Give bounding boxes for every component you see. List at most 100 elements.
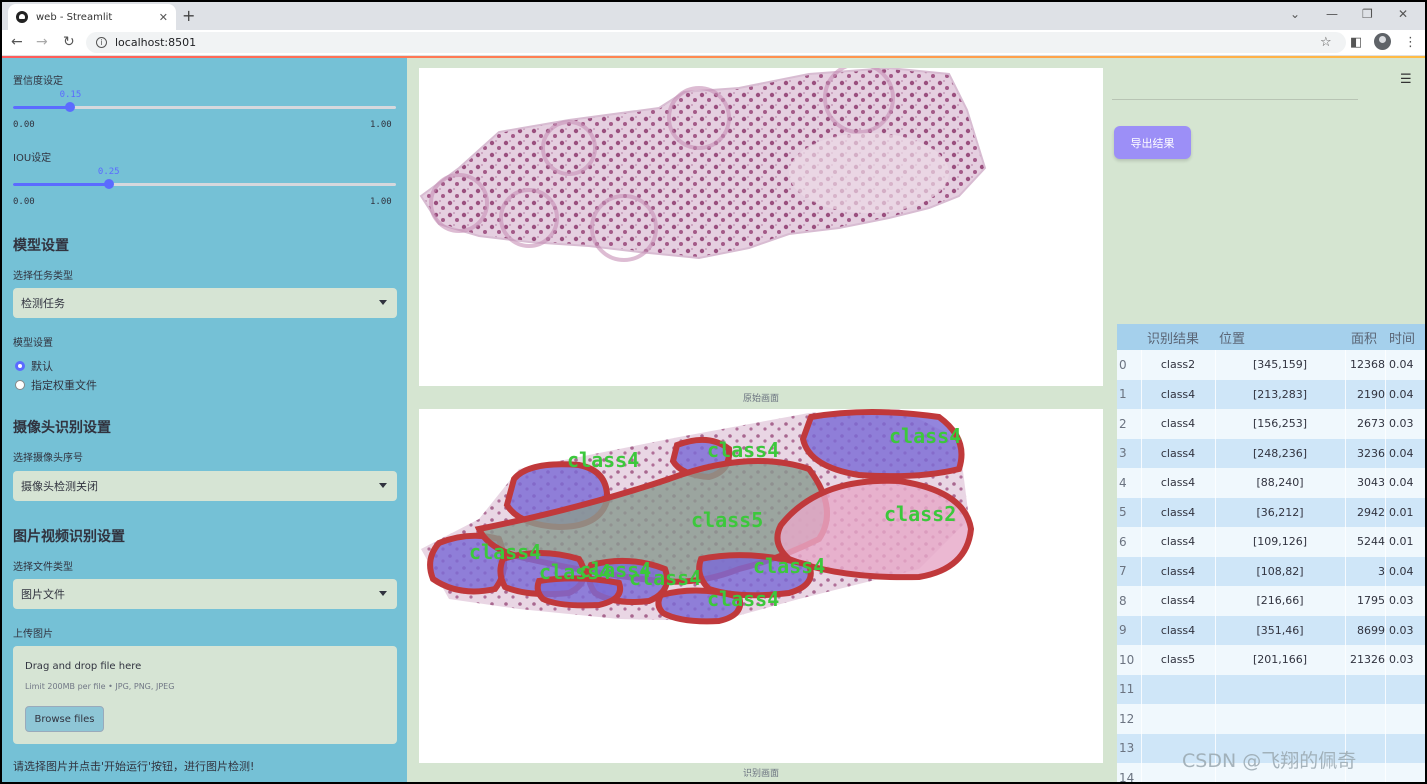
minimize-icon[interactable]: — <box>1326 7 1338 21</box>
column-divider <box>1215 379 1216 409</box>
column-divider <box>1215 497 1216 527</box>
column-divider <box>1215 645 1216 675</box>
watermark: CSDN @飞翔的佩奇 <box>1182 750 1357 772</box>
restore-icon[interactable]: ❐ <box>1362 7 1373 21</box>
table-cell: 0.04 <box>1389 564 1414 578</box>
tab-search-icon[interactable]: ⌄ <box>1290 7 1300 21</box>
table-cell: class2 <box>1160 358 1196 372</box>
chevron-down-icon <box>379 591 387 596</box>
column-header[interactable]: 位置 <box>1215 324 1345 350</box>
profile-avatar-icon[interactable] <box>1374 33 1391 50</box>
bookmark-star-icon[interactable]: ☆ <box>1320 35 1332 50</box>
window-close-icon[interactable]: ✕ <box>1398 7 1408 21</box>
radio-custom-weights[interactable]: 指定权重文件 <box>15 377 97 393</box>
table-row[interactable]: 11 <box>1117 674 1425 705</box>
confidence-slider-fill <box>13 106 71 109</box>
table-row[interactable]: 0 class2 [345,159] 12368 0.04 <box>1117 350 1425 380</box>
iou-slider-value: 0.25 <box>97 167 120 177</box>
column-header[interactable]: 面积 <box>1345 324 1385 350</box>
table-row[interactable]: 12 <box>1117 704 1425 734</box>
confidence-slider[interactable]: 0.15 <box>13 90 396 112</box>
file-dropzone[interactable]: Drag and drop file here Limit 200MB per … <box>13 646 397 744</box>
result-image: class4 class4 class4 class4 class5 class2 clas… <box>419 409 1103 763</box>
table-row[interactable]: 8 class4 [216,66] 1795 0.03 <box>1117 586 1425 616</box>
reload-icon[interactable]: ↻ <box>63 34 75 50</box>
file-type-label: 选择文件类型 <box>13 562 73 573</box>
tab-title: web - Streamlit <box>36 11 113 23</box>
camera-index-label: 选择摄像头序号 <box>13 453 83 464</box>
task-type-select[interactable]: 检测任务 <box>13 288 397 318</box>
results-table[interactable]: 识别结果 位置 面积 时间 0 class2 [345,159] 12368 0.04 1 clas… <box>1117 324 1425 782</box>
tab-strip: web - Streamlit ✕ + ⌄ — ❐ ✕ <box>2 2 1425 30</box>
table-cell: 13 <box>1119 741 1135 756</box>
camera-index-select[interactable]: 摄像头检测关闭 <box>13 471 397 501</box>
column-divider <box>1141 674 1142 704</box>
table-row[interactable]: 7 class4 [108,82] 3 0.04 <box>1117 556 1425 586</box>
table-cell <box>1385 675 1425 705</box>
detection-label: class4 <box>707 438 779 462</box>
confidence-min: 0.00 <box>13 120 35 130</box>
table-cell <box>1345 675 1385 705</box>
column-divider <box>1141 379 1142 409</box>
table-row[interactable]: 4 class4 [88,240] 3043 0.04 <box>1117 468 1425 498</box>
confidence-slider-value: 0.15 <box>59 90 82 100</box>
new-tab-icon[interactable]: + <box>182 6 195 25</box>
hamburger-menu-icon[interactable]: ☰ <box>1400 72 1412 87</box>
table-cell: class5 <box>1160 653 1196 667</box>
column-header[interactable]: 时间 <box>1385 324 1425 350</box>
forward-icon[interactable]: → <box>36 34 48 50</box>
task-type-label: 选择任务类型 <box>13 271 73 282</box>
column-divider <box>1345 497 1346 527</box>
table-row[interactable]: 6 class4 [109,126] 5244 0.01 <box>1117 527 1425 557</box>
column-header[interactable] <box>1117 324 1141 350</box>
iou-max: 1.00 <box>370 197 392 207</box>
export-results-button[interactable]: 导出结果 <box>1114 126 1191 159</box>
table-cell: 1795 <box>1357 594 1385 608</box>
table-row[interactable]: 2 class4 [156,253] 2673 0.03 <box>1117 409 1425 439</box>
file-type-select[interactable]: 图片文件 <box>13 579 397 609</box>
browser-tab[interactable]: web - Streamlit ✕ <box>8 4 176 30</box>
table-cell: 0.04 <box>1389 387 1414 401</box>
confidence-slider-thumb[interactable] <box>65 102 76 112</box>
table-cell <box>1215 704 1345 734</box>
detection-label: class4 <box>753 554 825 578</box>
iou-slider-thumb[interactable] <box>103 179 114 189</box>
detection-label: class4 <box>889 424 961 448</box>
column-divider <box>1345 704 1346 734</box>
site-info-icon[interactable]: i <box>96 37 107 48</box>
table-cell: 0.03 <box>1389 653 1414 667</box>
side-panel-icon[interactable]: ◧ <box>1350 35 1362 50</box>
column-divider <box>1385 438 1386 468</box>
tab-close-icon[interactable]: ✕ <box>159 11 168 24</box>
table-cell: 2942 <box>1357 505 1385 519</box>
table-row[interactable]: 3 class4 [248,236] 3236 0.04 <box>1117 438 1425 468</box>
chevron-down-icon <box>379 483 387 488</box>
table-row[interactable]: 9 class4 [351,46] 8699 0.03 <box>1117 615 1425 645</box>
table-row[interactable]: 1 class4 [213,283] 2190 0.04 <box>1117 379 1425 409</box>
table-cell: 7 <box>1119 564 1127 579</box>
browse-files-button[interactable]: Browse files <box>25 706 104 732</box>
table-cell: class4 <box>1160 505 1196 519</box>
table-cell: 3 <box>1378 564 1385 578</box>
table-cell: [201,166] <box>1252 653 1308 667</box>
back-icon[interactable]: ← <box>11 34 23 50</box>
detection-label: class4 <box>579 558 651 582</box>
table-row[interactable]: 10 class5 [201,166] 21326 0.03 <box>1117 645 1425 675</box>
column-divider <box>1385 409 1386 439</box>
table-cell: 21326 <box>1350 653 1385 667</box>
table-cell: class4 <box>1160 417 1196 431</box>
column-divider <box>1385 615 1386 645</box>
browser-menu-icon[interactable]: ⋮ <box>1404 35 1417 50</box>
column-divider <box>1385 763 1386 782</box>
column-divider <box>1385 350 1386 380</box>
upload-hint: 请选择图片并点击'开始运行'按钮，进行图片检测! <box>13 760 255 773</box>
file-type-value: 图片文件 <box>21 588 65 601</box>
table-row[interactable]: 5 class4 [36,212] 2942 0.01 <box>1117 497 1425 527</box>
table-cell: [345,159] <box>1252 358 1308 372</box>
iou-slider[interactable]: 0.25 <box>13 167 396 189</box>
table-cell: 8699 <box>1357 623 1385 637</box>
column-header[interactable]: 识别结果 <box>1141 324 1215 350</box>
table-cell: 1 <box>1119 387 1127 402</box>
url-bar[interactable]: i localhost:8501 <box>86 32 1346 53</box>
radio-default[interactable]: 默认 <box>15 358 53 374</box>
